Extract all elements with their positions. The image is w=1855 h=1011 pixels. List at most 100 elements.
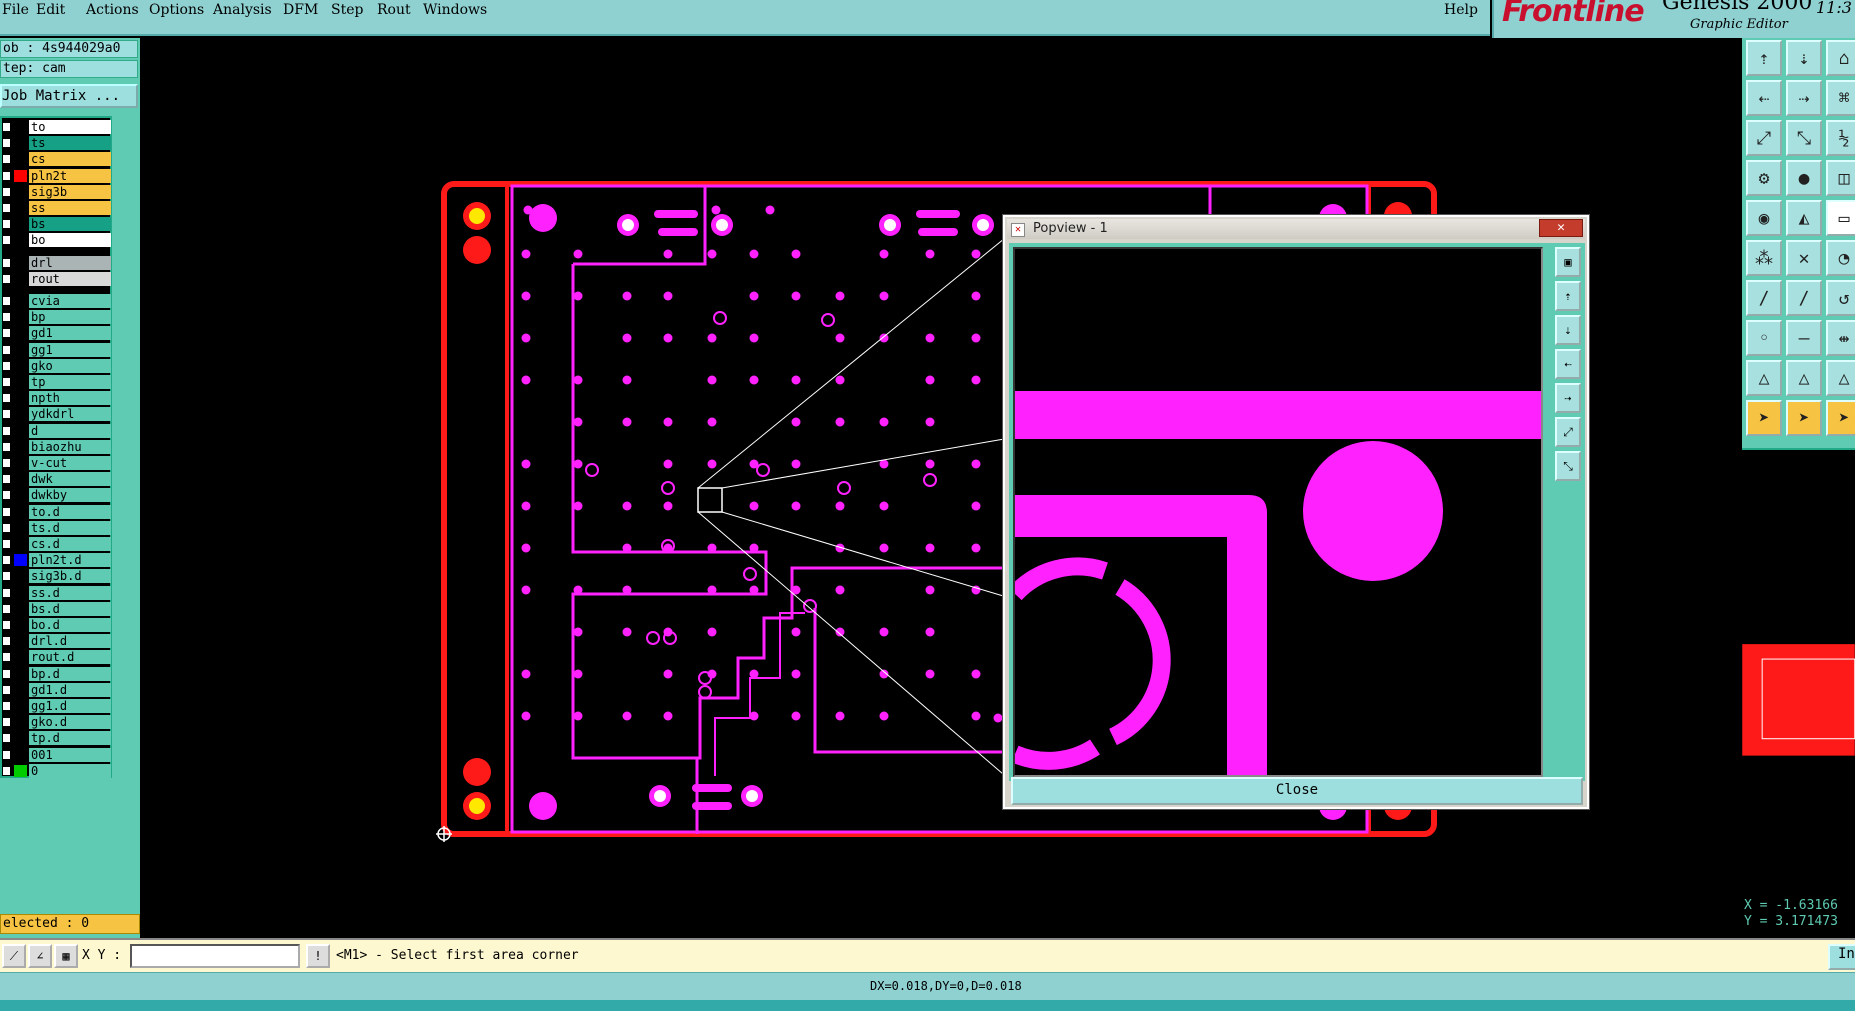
layer-name[interactable]: cs.d: [29, 537, 111, 551]
layer-row[interactable]: ts: [2, 136, 112, 151]
layer-checkbox[interactable]: [2, 377, 11, 387]
layer-name[interactable]: bs.d: [29, 601, 111, 616]
layer-row[interactable]: cs.d: [2, 537, 112, 551]
tool-icon[interactable]: ∕: [1786, 280, 1822, 316]
layer-row[interactable]: bs: [2, 217, 112, 232]
tool-icon[interactable]: ½: [1826, 120, 1855, 156]
tool-icon[interactable]: ✕: [1786, 240, 1822, 276]
layer-row[interactable]: pln2t: [2, 168, 112, 183]
layer-name[interactable]: to: [29, 120, 111, 134]
layer-checkbox[interactable]: [2, 636, 11, 647]
menu-dfm[interactable]: DFM: [283, 2, 318, 18]
layer-name[interactable]: d: [29, 423, 111, 438]
layer-name[interactable]: ts: [29, 136, 111, 151]
layer-row[interactable]: 0: [2, 763, 112, 778]
tool-icon[interactable]: ⇢: [1786, 80, 1822, 116]
tool-icon[interactable]: —: [1786, 320, 1822, 356]
tool-icon[interactable]: ⤡: [1786, 120, 1822, 156]
tool-icon[interactable]: △: [1826, 360, 1855, 396]
layer-checkbox[interactable]: [2, 360, 11, 371]
layer-row[interactable]: cs: [2, 152, 112, 167]
layer-row[interactable]: tp.d: [2, 731, 112, 746]
menu-edit[interactable]: Edit: [36, 2, 65, 18]
layer-checkbox[interactable]: [2, 257, 11, 268]
layer-row[interactable]: drl.d: [2, 634, 112, 649]
layer-row[interactable]: dwk: [2, 472, 112, 487]
close-window-button[interactable]: ✕: [1539, 219, 1583, 237]
layer-checkbox[interactable]: [2, 701, 11, 711]
menu-help[interactable]: Help: [1444, 2, 1478, 18]
tool-icon[interactable]: ⌂: [1826, 40, 1855, 76]
layer-row[interactable]: biaozhu: [2, 439, 112, 454]
layer-name[interactable]: gd1.d: [29, 682, 111, 697]
layer-name[interactable]: gg1: [29, 342, 111, 357]
layer-name[interactable]: gd1: [29, 326, 111, 341]
layer-row[interactable]: bp.d: [2, 666, 112, 681]
layer-name[interactable]: 0: [29, 763, 111, 778]
layer-checkbox[interactable]: [2, 620, 11, 630]
layer-checkbox[interactable]: [2, 186, 11, 197]
layer-name[interactable]: dwk: [29, 472, 111, 487]
layer-checkbox[interactable]: [2, 425, 11, 436]
layer-name[interactable]: drl.d: [29, 634, 111, 649]
tool-icon[interactable]: ◉: [1746, 200, 1782, 236]
layer-checkbox[interactable]: [2, 409, 11, 420]
pop-tool-icon[interactable]: ⇡: [1555, 281, 1581, 311]
layer-checkbox[interactable]: [2, 474, 11, 485]
tool-icon[interactable]: ◔: [1826, 240, 1855, 276]
layer-list[interactable]: to ts cs pln2t sig3b ss bs bo drl rout cvia bp gd1 gg…: [0, 116, 112, 778]
grid-icon[interactable]: ▦: [54, 944, 78, 968]
layer-checkbox[interactable]: [2, 587, 11, 598]
minimap[interactable]: [1742, 448, 1855, 898]
tool-icon[interactable]: ⇹: [1826, 320, 1855, 356]
layer-name[interactable]: to.d: [29, 504, 111, 519]
tool-icon[interactable]: ➤: [1826, 400, 1855, 436]
layer-name[interactable]: 001: [29, 747, 111, 762]
measure-icon[interactable]: ∠: [28, 944, 52, 968]
tool-icon[interactable]: ➤: [1786, 400, 1822, 436]
tool-icon[interactable]: △: [1786, 360, 1822, 396]
layer-checkbox[interactable]: [2, 441, 11, 452]
tool-icon[interactable]: ⌘: [1826, 80, 1855, 116]
menu-analysis[interactable]: Analysis: [213, 2, 272, 18]
layer-name[interactable]: ss: [29, 201, 111, 215]
pop-tool-icon[interactable]: ⇣: [1555, 315, 1581, 345]
layer-name[interactable]: gko: [29, 358, 111, 373]
layer-checkbox[interactable]: [2, 652, 11, 663]
layer-checkbox[interactable]: [2, 154, 11, 165]
layer-checkbox[interactable]: [2, 138, 11, 149]
tool-icon[interactable]: ⇣: [1786, 40, 1822, 76]
layer-checkbox[interactable]: [2, 765, 11, 776]
tool-icon[interactable]: ◦: [1746, 320, 1782, 356]
layer-row[interactable]: v-cut: [2, 456, 112, 470]
tool-icon[interactable]: ↺: [1826, 280, 1855, 316]
tool-icon[interactable]: ∕: [1746, 280, 1782, 316]
layer-checkbox[interactable]: [2, 393, 11, 404]
layer-row[interactable]: bo: [2, 233, 112, 248]
layer-row[interactable]: d: [2, 423, 112, 438]
pop-tool-icon[interactable]: ⇠: [1555, 349, 1581, 379]
layer-checkbox[interactable]: [2, 170, 11, 181]
layer-checkbox[interactable]: [2, 219, 11, 230]
layer-row[interactable]: bo.d: [2, 618, 112, 632]
layer-name[interactable]: rout: [29, 271, 111, 286]
layer-checkbox[interactable]: [2, 328, 11, 339]
tool-icon[interactable]: ⇡: [1746, 40, 1782, 76]
layer-checkbox[interactable]: [2, 344, 11, 355]
menu-file[interactable]: File: [2, 2, 29, 18]
layer-checkbox[interactable]: [2, 235, 11, 246]
layer-checkbox[interactable]: [2, 668, 11, 679]
layer-checkbox[interactable]: [2, 749, 11, 760]
layer-row[interactable]: gg1.d: [2, 699, 112, 713]
layer-checkbox[interactable]: [2, 490, 11, 501]
layer-name[interactable]: rout.d: [29, 650, 111, 665]
layer-name[interactable]: gko.d: [29, 715, 111, 730]
layer-row[interactable]: rout: [2, 271, 112, 286]
layer-checkbox[interactable]: [2, 122, 11, 132]
layer-row[interactable]: gd1: [2, 326, 112, 341]
layer-name[interactable]: v-cut: [29, 456, 111, 470]
layer-row[interactable]: sig3b.d: [2, 569, 112, 584]
tool-icon[interactable]: ◫: [1826, 160, 1855, 196]
layer-row[interactable]: ydkdrl: [2, 407, 112, 422]
menu-step[interactable]: Step: [331, 2, 363, 18]
